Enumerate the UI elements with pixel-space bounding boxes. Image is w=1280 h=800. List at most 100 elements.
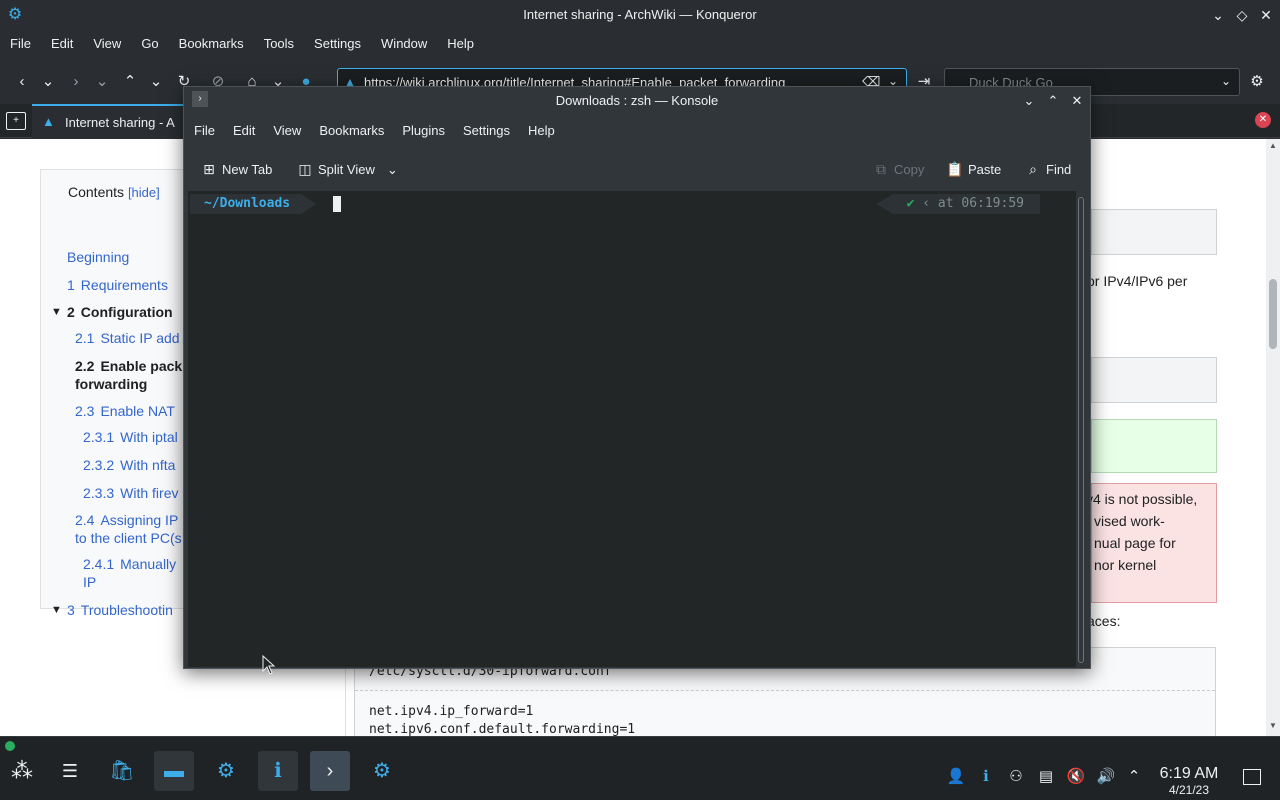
menu-edit[interactable]: Edit bbox=[41, 30, 83, 58]
application-launcher-icon[interactable]: ⁂ bbox=[2, 751, 42, 791]
forward-menu-chevron-icon[interactable]: ⌄ bbox=[92, 72, 112, 92]
menu-file[interactable]: File bbox=[0, 30, 41, 58]
copy-button[interactable]: ⧉ Copy bbox=[872, 159, 924, 179]
konsole-menu-view[interactable]: View bbox=[273, 117, 311, 145]
article-text-ipv4: or IPv4/IPv6 per bbox=[1087, 273, 1188, 289]
menu-view[interactable]: View bbox=[83, 30, 131, 58]
warning-line-1: v4 is not possible, bbox=[1086, 491, 1198, 507]
toc-item-troubleshooting[interactable]: 3 Troubleshootin bbox=[67, 601, 173, 619]
konsole-menu-plugins[interactable]: Plugins bbox=[402, 117, 455, 145]
new-tab-icon[interactable]: + bbox=[6, 112, 26, 130]
show-desktop-icon[interactable] bbox=[1243, 769, 1261, 785]
close-tab-icon[interactable]: ✕ bbox=[1255, 112, 1271, 128]
toc-collapse-troubleshooting-icon[interactable]: ▼ bbox=[51, 604, 62, 616]
warning-line-2: vised work- bbox=[1094, 513, 1165, 529]
volume-icon[interactable]: 🔊 bbox=[1096, 767, 1116, 787]
system-settings-sliders-icon[interactable]: ☰ bbox=[50, 751, 90, 791]
maximize-icon[interactable]: ◇ bbox=[1233, 6, 1251, 24]
toc-item-beginning[interactable]: Beginning bbox=[67, 248, 129, 266]
clock-time[interactable]: 6:19 AM bbox=[1152, 765, 1226, 783]
back-icon[interactable]: ‹ bbox=[12, 72, 32, 92]
konsole-menu-settings[interactable]: Settings bbox=[463, 117, 520, 145]
up-icon[interactable]: ⌃ bbox=[120, 72, 140, 92]
toc-item-manually-assign[interactable]: 2.4.1 Manually bbox=[83, 555, 176, 573]
kdeconnect-icon[interactable]: ℹ bbox=[976, 767, 996, 787]
konqueror-titlebar: ⚙ Internet sharing - ArchWiki — Konquero… bbox=[0, 0, 1280, 30]
forward-icon[interactable]: › bbox=[66, 72, 86, 92]
code-line-ipv4: net.ipv4.ip_forward=1 bbox=[369, 704, 534, 719]
toc-item-static-ip[interactable]: 2.1 Static IP add bbox=[75, 329, 180, 347]
menu-window[interactable]: Window bbox=[371, 30, 437, 58]
prompt-status: ✔ ‹ at 06:19:59 bbox=[876, 194, 1040, 214]
article-tip-box bbox=[1091, 419, 1217, 473]
dolphin-files-icon[interactable]: ▬ bbox=[154, 751, 194, 791]
user-icon[interactable]: 👤 bbox=[946, 767, 966, 787]
clock-date[interactable]: 4/21/23 bbox=[1152, 783, 1226, 797]
konqueror-browser-taskbar-icon[interactable]: ⚙ bbox=[362, 751, 402, 791]
split-view-button[interactable]: ◫ Split View ⌄ bbox=[296, 159, 398, 179]
konsole-maximize-icon[interactable]: ⌃ bbox=[1044, 92, 1062, 110]
code-separator bbox=[355, 690, 1215, 691]
toc-item-enable-packet-forwarding[interactable]: 2.2 Enable pack bbox=[75, 357, 182, 375]
paste-icon: 📋 bbox=[946, 161, 964, 177]
menu-help[interactable]: Help bbox=[437, 30, 484, 58]
toc-item-enable-packet-forwarding-cont[interactable]: forwarding bbox=[75, 375, 147, 393]
menu-settings[interactable]: Settings bbox=[304, 30, 371, 58]
web-scrollbar[interactable]: ▲ ▼ bbox=[1266, 139, 1280, 736]
scroll-up-icon[interactable]: ▲ bbox=[1269, 141, 1277, 150]
terminal-view[interactable]: ~/Downloads ✔ ‹ at 06:19:59 bbox=[188, 191, 1076, 667]
konsole-minimize-icon[interactable]: ⌄ bbox=[1020, 92, 1038, 110]
scroll-down-icon[interactable]: ▼ bbox=[1269, 721, 1277, 730]
toc-item-nftables[interactable]: 2.3.2 With nfta bbox=[83, 456, 175, 474]
toc-item-manually-assign-cont[interactable]: IP bbox=[83, 573, 96, 591]
find-button[interactable]: ⌕ Find bbox=[1024, 159, 1071, 179]
prompt-directory: ~/Downloads bbox=[190, 194, 317, 214]
web-scrollbar-thumb[interactable] bbox=[1269, 279, 1277, 349]
toc-item-firewalld[interactable]: 2.3.3 With firev bbox=[83, 484, 178, 502]
konqueror-taskbar-icon[interactable]: ⚙ bbox=[206, 751, 246, 791]
minimize-icon[interactable]: ⌄ bbox=[1209, 6, 1227, 24]
tab-internet-sharing[interactable]: ▲ Internet sharing - A bbox=[32, 104, 192, 138]
konsole-menu-edit[interactable]: Edit bbox=[233, 117, 265, 145]
toc-hide-link[interactable]: [hide] bbox=[128, 185, 160, 200]
paste-button[interactable]: 📋 Paste bbox=[946, 159, 1001, 179]
toc-item-assigning-ip[interactable]: 2.4 Assigning IP bbox=[75, 511, 178, 529]
konsole-menu-help[interactable]: Help bbox=[528, 117, 565, 145]
discover-store-icon[interactable]: 🛍 bbox=[102, 751, 142, 791]
toc-item-assigning-ip-cont[interactable]: to the client PC(s bbox=[75, 529, 182, 547]
konsole-taskbar-icon[interactable]: › bbox=[310, 751, 350, 791]
menu-bookmarks[interactable]: Bookmarks bbox=[169, 30, 254, 58]
new-tab-button[interactable]: ⊞ New Tab bbox=[200, 159, 272, 179]
menu-go[interactable]: Go bbox=[131, 30, 168, 58]
prompt-at-label: at bbox=[937, 196, 954, 211]
toc-item-configuration[interactable]: 2 Configuration bbox=[67, 303, 173, 321]
notification-dot-icon bbox=[5, 741, 15, 751]
article-code-box-top bbox=[1091, 357, 1217, 403]
close-icon[interactable]: ✕ bbox=[1257, 6, 1275, 24]
window-title: Internet sharing - ArchWiki — Konqueror bbox=[523, 7, 757, 22]
tray-expand-chevron-icon[interactable]: ⌃ bbox=[1124, 767, 1144, 787]
toc-item-iptables[interactable]: 2.3.1 With iptal bbox=[83, 428, 178, 446]
search-engine-chevron-icon[interactable]: ⌄ bbox=[1221, 74, 1231, 88]
konsole-close-icon[interactable]: ✕ bbox=[1068, 92, 1086, 110]
back-menu-chevron-icon[interactable]: ⌄ bbox=[38, 72, 58, 92]
success-check-icon: ✔ bbox=[906, 196, 915, 211]
menu-tools[interactable]: Tools bbox=[254, 30, 304, 58]
kinfocenter-icon[interactable]: ℹ bbox=[258, 751, 298, 791]
clipboard-icon[interactable]: ▤ bbox=[1036, 767, 1056, 787]
konsole-scrollbar[interactable] bbox=[1076, 197, 1086, 663]
audio-muted-icon[interactable]: 🔇 bbox=[1066, 767, 1086, 787]
toc-item-enable-nat[interactable]: 2.3 Enable NAT bbox=[75, 402, 175, 420]
konsole-window: › Downloads : zsh — Konsole ⌄ ⌃ ✕ File E… bbox=[183, 86, 1091, 669]
konsole-scrollbar-track[interactable] bbox=[1078, 197, 1084, 663]
settings-gear-icon[interactable]: ⚙ bbox=[1247, 72, 1267, 92]
konsole-menu-file[interactable]: File bbox=[194, 117, 225, 145]
konsole-menu-bookmarks[interactable]: Bookmarks bbox=[319, 117, 394, 145]
toc-item-requirements[interactable]: 1 Requirements bbox=[67, 276, 168, 294]
up-menu-chevron-icon[interactable]: ⌄ bbox=[146, 72, 166, 92]
toc-collapse-chevron-icon[interactable]: ▼ bbox=[51, 306, 62, 318]
network-users-icon[interactable]: ⚇ bbox=[1006, 767, 1026, 787]
new-tab-plus-icon: ⊞ bbox=[203, 161, 215, 177]
article-header-box bbox=[1091, 209, 1217, 255]
split-view-chevron-icon[interactable]: ⌄ bbox=[387, 162, 398, 177]
